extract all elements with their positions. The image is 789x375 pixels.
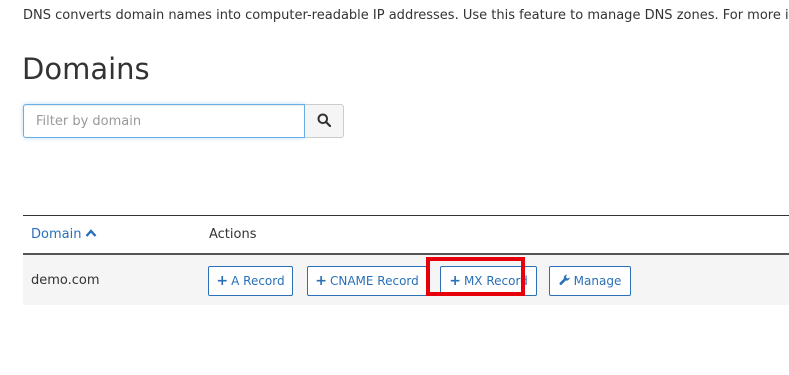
cname-record-button[interactable]: + CNAME Record [307,266,427,296]
domain-filter [23,104,344,138]
plus-icon: + [449,273,461,289]
search-button[interactable] [305,104,344,138]
domains-table: Domain Actions demo.com + A Record + CNA… [23,215,789,305]
mx-record-button[interactable]: + MX Record [440,266,537,296]
a-record-label: A Record [231,274,285,288]
cname-record-label: CNAME Record [329,274,419,288]
plus-icon: + [216,273,229,289]
mx-record-label: MX Record [463,274,528,288]
table-header: Domain Actions [23,216,789,255]
domain-cell: demo.com [31,272,100,288]
manage-label: Manage [573,274,622,288]
wrench-icon [559,274,571,289]
domain-column-header[interactable]: Domain [23,227,209,242]
manage-button[interactable]: Manage [549,266,631,296]
actions-cell: + A Record + CNAME Record + MX Record Ma… [208,255,789,305]
a-record-button[interactable]: + A Record [208,266,293,296]
page-title: Domains [22,52,150,86]
table-row: demo.com + A Record + CNAME Record + MX … [23,255,789,305]
intro-text: DNS converts domain names into computer-… [23,8,789,23]
actions-column-header: Actions [209,227,257,242]
chevron-up-icon [85,227,97,242]
dns-domains-page: DNS converts domain names into computer-… [0,0,789,375]
domain-column-label: Domain [31,227,82,242]
plus-icon: + [315,273,327,289]
filter-domain-input[interactable] [23,104,305,138]
search-icon [317,113,332,130]
